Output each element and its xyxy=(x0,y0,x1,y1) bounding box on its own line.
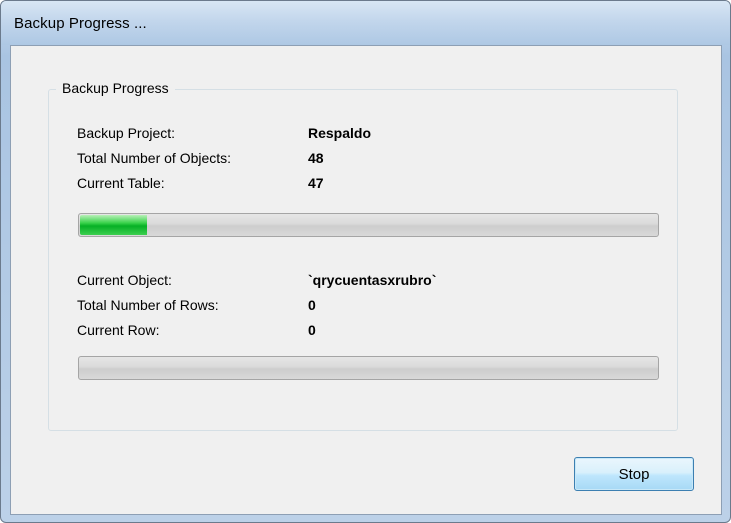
total-rows-label: Total Number of Rows: xyxy=(77,297,219,313)
backup-project-label: Backup Project: xyxy=(77,125,176,141)
total-objects-value: 48 xyxy=(308,150,324,166)
stop-button[interactable]: Stop xyxy=(574,457,694,491)
current-table-value: 47 xyxy=(308,175,324,191)
tables-progress-bar xyxy=(78,213,659,237)
backup-progress-window: Backup Progress ... Backup Progress Back… xyxy=(0,0,731,523)
title-bar[interactable]: Backup Progress ... xyxy=(1,1,730,45)
current-object-label: Current Object: xyxy=(77,272,172,288)
backup-progress-groupbox: Backup Progress Backup Project: Respaldo… xyxy=(48,80,678,431)
total-rows-value: 0 xyxy=(308,297,316,313)
window-title: Backup Progress ... xyxy=(14,15,147,32)
tables-progress-fill xyxy=(80,215,148,235)
total-objects-label: Total Number of Objects: xyxy=(77,150,232,166)
current-row-label: Current Row: xyxy=(77,322,160,338)
current-table-label: Current Table: xyxy=(77,175,165,191)
current-object-value: `qrycuentasxrubro` xyxy=(308,272,437,288)
dialog-client-area: Backup Progress Backup Project: Respaldo… xyxy=(10,45,722,515)
backup-project-value: Respaldo xyxy=(308,125,372,141)
current-row-value: 0 xyxy=(308,322,316,338)
rows-progress-bar xyxy=(78,356,659,380)
groupbox-title: Backup Progress xyxy=(56,80,175,96)
